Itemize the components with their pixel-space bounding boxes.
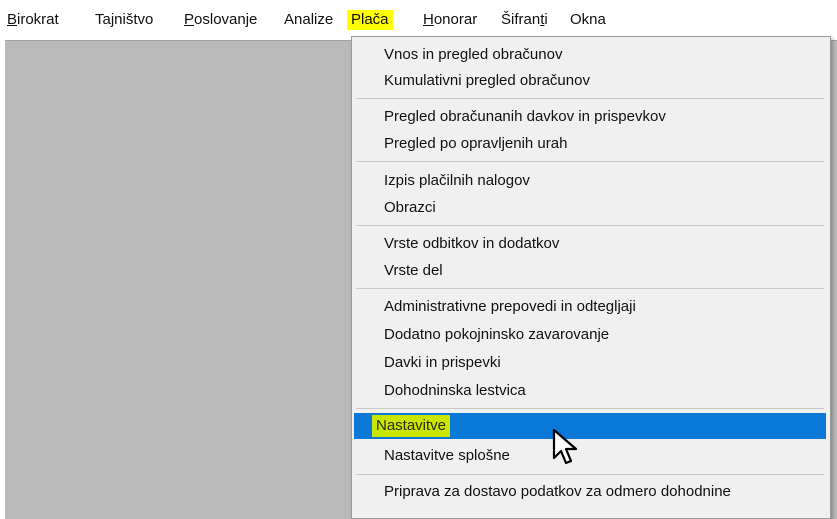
menu-separator [356, 161, 824, 162]
menu-poslovanje-mnemonic: P [184, 11, 195, 28]
menu-item-label: Izpis plačilnih nalogov [384, 172, 530, 189]
menu-item-izpis-placilnih-nalogov[interactable]: Izpis plačilnih nalogov [354, 168, 826, 194]
menu-separator [356, 98, 824, 99]
menu-item-label: Obrazci [384, 199, 436, 216]
menu-item-obrazci[interactable]: Obrazci [354, 195, 826, 221]
menu-item-label: Kumulativni pregled obračunov [384, 72, 590, 89]
menu-item-vrste-odbitkov-in-dodatkov[interactable]: Vrste odbitkov in dodatkov [354, 231, 826, 257]
menu-item-pregled-obracunanih-davkov[interactable]: Pregled obračunanih davkov in prispevkov [354, 104, 826, 130]
menu-item-label-selected: Nastavitve [372, 415, 451, 437]
menu-item-label: Vrste odbitkov in dodatkov [384, 235, 560, 252]
menu-item-dohodninska-lestvica[interactable]: Dohodninska lestvica [354, 378, 826, 404]
menu-item-label: Nastavitve splošne [384, 447, 510, 464]
menu-okna-label: Okna [570, 11, 606, 28]
menu-placa[interactable]: Plača [347, 10, 393, 30]
menu-honorar[interactable]: Honorar [420, 10, 480, 30]
menu-item-label: Dohodninska lestvica [384, 382, 526, 399]
menu-item-label: Administrativne prepovedi in odtegljaji [384, 298, 636, 315]
menu-analize[interactable]: Analize [281, 10, 336, 30]
menu-separator [356, 408, 824, 409]
menu-birokrat[interactable]: Birokrat [4, 10, 62, 30]
menu-item-pregled-po-opravljenih-urah[interactable]: Pregled po opravljenih urah [354, 131, 826, 157]
menu-item-label: Vnos in pregled obračunov [384, 46, 563, 63]
menu-item-administrativne-prepovedi[interactable]: Administrativne prepovedi in odtegljaji [354, 294, 826, 320]
menu-honorar-mnemonic: H [423, 11, 434, 28]
menu-separator [356, 225, 824, 226]
menu-item-vnos-in-pregled-obracunov[interactable]: Vnos in pregled obračunov [354, 42, 826, 68]
app-window: Birokrat Tajništvo Poslovanje Analize Pl… [0, 0, 837, 519]
menu-item-label: Pregled po opravljenih urah [384, 135, 568, 152]
menu-item-davki-in-prispevki[interactable]: Davki in prispevki [354, 350, 826, 376]
menu-tajnistvo[interactable]: Tajništvo [92, 10, 156, 30]
menu-item-vrste-del[interactable]: Vrste del [354, 258, 826, 284]
menu-birokrat-mnemonic: B [7, 11, 18, 28]
menu-item-dodatno-pokojninsko-zavarovanje[interactable]: Dodatno pokojninsko zavarovanje [354, 322, 826, 348]
placa-dropdown-menu: Vnos in pregled obračunov Kumulativni pr… [351, 36, 831, 519]
menu-item-label: Priprava za dostavo podatkov za odmero d… [384, 483, 731, 500]
menu-item-label: Vrste del [384, 262, 443, 279]
menu-sifranti-rest: i [544, 11, 548, 28]
menu-sifranti[interactable]: Šifranti [498, 10, 551, 30]
menu-separator [356, 474, 824, 475]
menu-separator [356, 288, 824, 289]
menu-item-label: Pregled obračunanih davkov in prispevkov [384, 108, 666, 125]
menu-poslovanje-rest: oslovanje [194, 11, 258, 28]
menu-item-priprava-za-dostavo-podatkov[interactable]: Priprava za dostavo podatkov za odmero d… [354, 479, 826, 505]
menu-item-label: Davki in prispevki [384, 354, 501, 371]
menu-birokrat-rest: irokrat [17, 11, 59, 28]
menu-bar: Birokrat Tajništvo Poslovanje Analize Pl… [0, 0, 837, 40]
menu-item-label: Dodatno pokojninsko zavarovanje [384, 326, 610, 343]
menu-okna[interactable]: Okna [567, 10, 609, 30]
menu-tajnistvo-label: Tajništvo [95, 11, 154, 28]
menu-item-nastavitve[interactable]: Nastavitve [354, 413, 826, 439]
menu-poslovanje[interactable]: Poslovanje [181, 10, 260, 30]
menu-analize-label: Analize [284, 11, 334, 28]
menu-sifranti-pre: Šifran [501, 11, 541, 28]
arrow-cursor-icon [552, 428, 578, 465]
menu-honorar-rest: onorar [433, 11, 478, 28]
menu-placa-label: Plača [351, 11, 389, 28]
menu-item-nastavitve-splosne[interactable]: Nastavitve splošne [354, 443, 826, 469]
menu-item-kumulativni-pregled-obracunov[interactable]: Kumulativni pregled obračunov [354, 68, 826, 94]
